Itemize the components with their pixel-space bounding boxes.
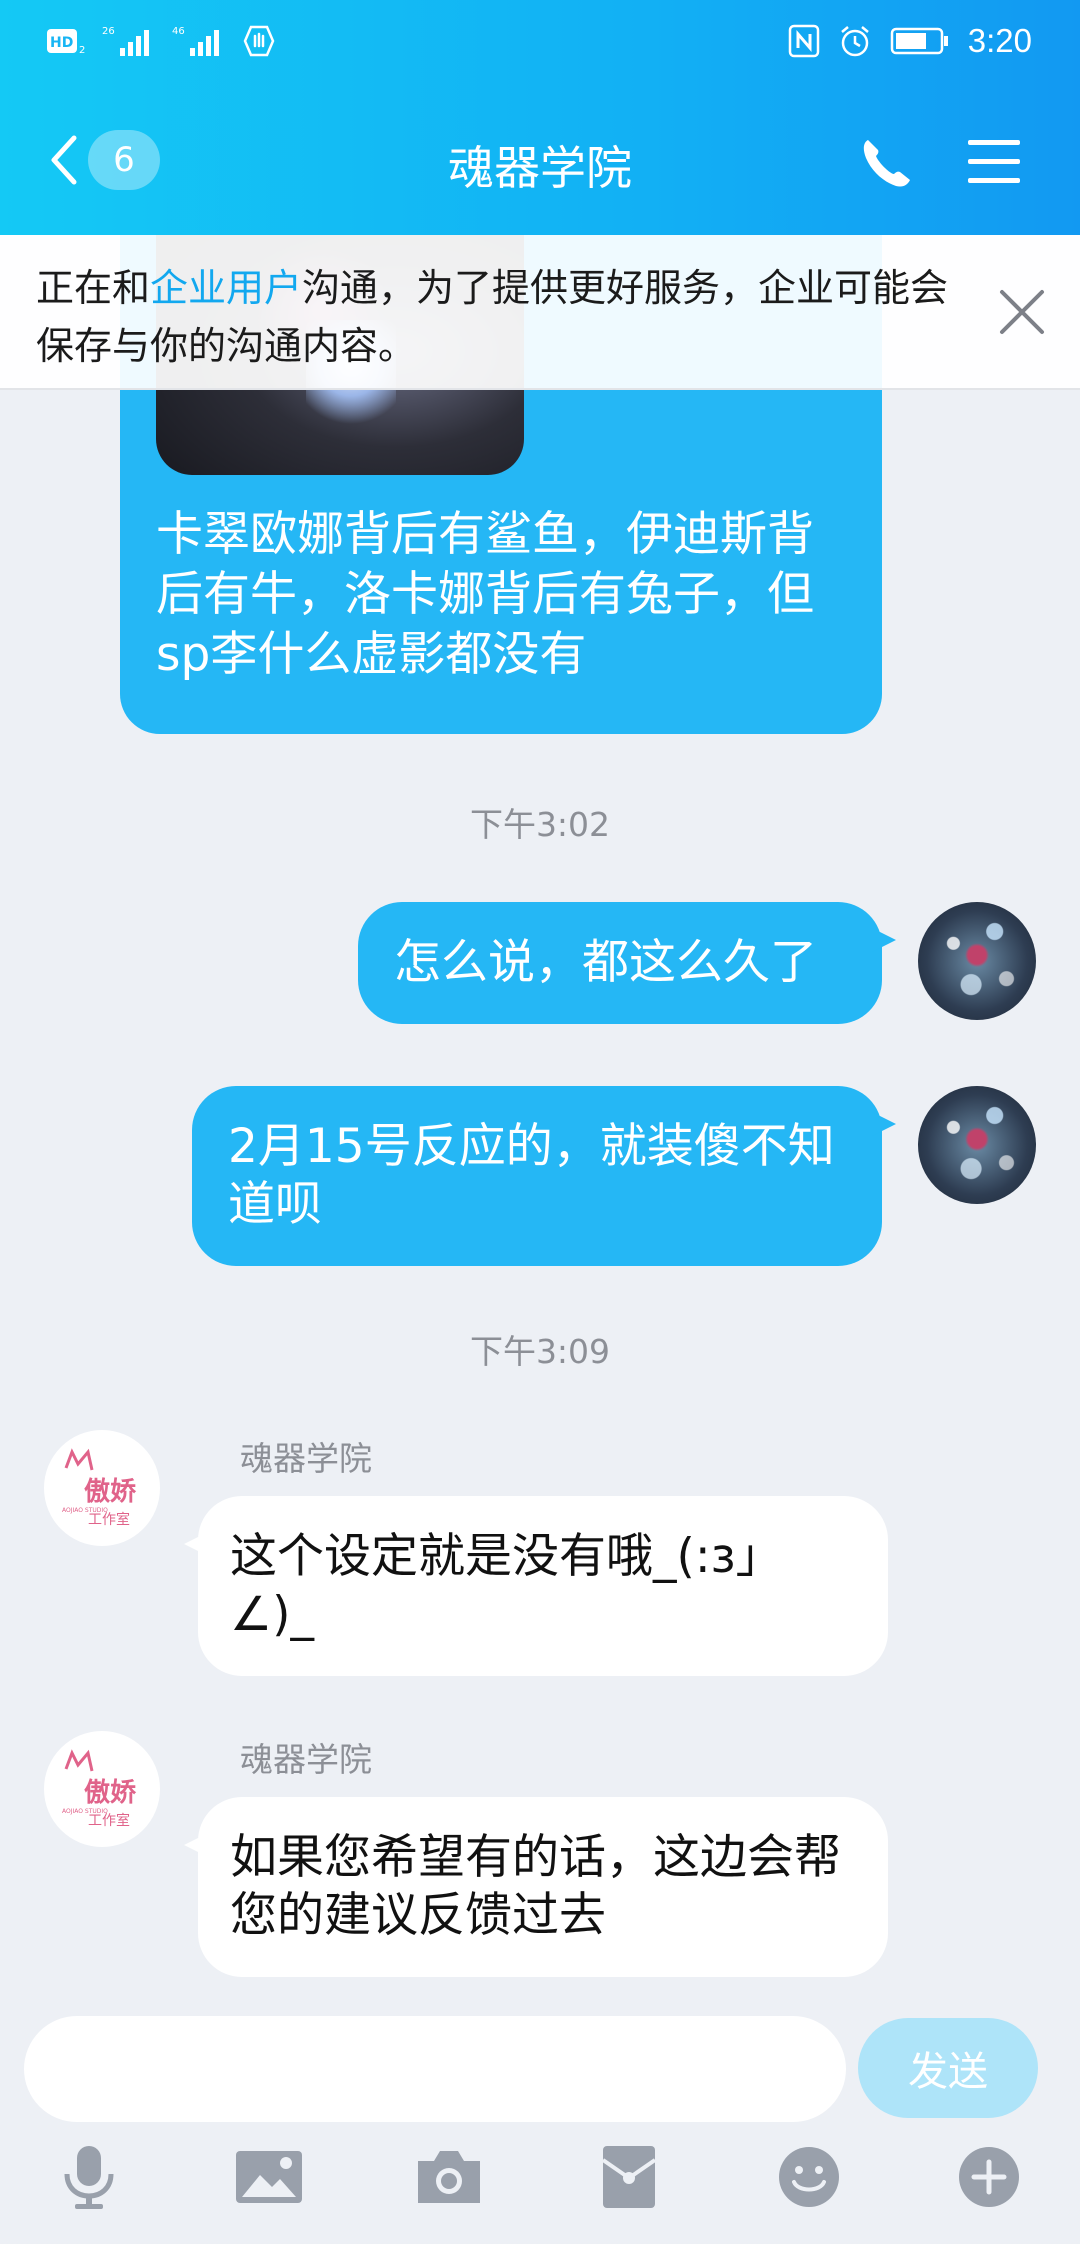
status-bar: HD 2 26 46 3:20 bbox=[0, 0, 1080, 86]
app-header: HD 2 26 46 3:20 6 魂器学院 bbox=[0, 0, 1080, 235]
image-icon bbox=[236, 2151, 302, 2203]
incoming-message[interactable]: 这个设定就是没有哦_(:з」∠)_ bbox=[184, 1496, 888, 1676]
timestamp: 下午3:02 bbox=[469, 805, 611, 844]
message-text: 2月15号反应的，就装傻不知道呗 bbox=[228, 1119, 835, 1232]
menu-icon bbox=[968, 140, 1020, 183]
sender-name: 魂器学院 bbox=[240, 1439, 372, 1478]
mic-icon bbox=[64, 2146, 114, 2209]
logo-main-text: 傲娇 bbox=[84, 1476, 137, 1507]
bubble-tail bbox=[872, 1112, 896, 1136]
status-right: 3:20 bbox=[788, 22, 1032, 60]
message-input[interactable] bbox=[24, 2016, 846, 2122]
close-icon bbox=[1000, 290, 1044, 334]
contact-avatar[interactable]: 傲娇 工作室 AOJIAO STUDIO bbox=[44, 1430, 160, 1546]
menu-button[interactable] bbox=[964, 136, 1024, 188]
voice-button[interactable] bbox=[52, 2140, 126, 2214]
network-indicators: HD 2 26 46 bbox=[46, 24, 276, 58]
message-text: 这个设定就是没有哦_(:з」∠)_ bbox=[230, 1529, 783, 1642]
svg-text:46: 46 bbox=[172, 26, 185, 37]
sender-name: 魂器学院 bbox=[240, 1740, 372, 1779]
send-button[interactable]: 发送 bbox=[858, 2018, 1038, 2118]
logo-tiny-text: AOJIAO STUDIO bbox=[62, 1808, 108, 1815]
aojiao-logo-icon: 傲娇 工作室 AOJIAO STUDIO bbox=[62, 1749, 137, 1829]
alarm-icon bbox=[840, 26, 869, 57]
emoji-icon bbox=[779, 2147, 839, 2207]
message-text: 怎么说，都这么久了 bbox=[394, 935, 817, 990]
input-bar: 发送 bbox=[0, 1990, 1080, 2244]
photo-button[interactable] bbox=[232, 2140, 306, 2214]
call-button[interactable] bbox=[856, 132, 916, 192]
bubble-tail bbox=[184, 1833, 208, 1857]
signal-icon: 26 bbox=[102, 26, 149, 56]
my-avatar[interactable] bbox=[918, 1086, 1036, 1204]
privacy-notice-banner: 正在和企业用户沟通，为了提供更好服务，企业可能会保存与你的沟通内容。 bbox=[0, 235, 1080, 390]
nfc-icon bbox=[788, 24, 820, 58]
battery-icon bbox=[890, 27, 948, 55]
close-notice-button[interactable] bbox=[996, 286, 1048, 338]
card-text: 卡翠欧娜背后有鲨鱼，伊迪斯背后有牛，洛卡娜背后有兔子，但sp李什么虚影都没有 bbox=[156, 507, 814, 682]
bubble-tail bbox=[872, 928, 896, 952]
hd-icon: HD 2 bbox=[47, 29, 85, 55]
aojiao-logo-icon: 傲娇 工作室 AOJIAO STUDIO bbox=[62, 1448, 137, 1528]
svg-text:HD: HD bbox=[50, 35, 73, 51]
chat-title: 魂器学院 bbox=[448, 141, 632, 195]
notice-prefix: 正在和 bbox=[36, 266, 151, 310]
bubble-tail bbox=[184, 1532, 208, 1556]
notice-text: 正在和企业用户沟通，为了提供更好服务，企业可能会保存与你的沟通内容。 bbox=[36, 259, 986, 375]
hand-icon bbox=[243, 25, 275, 57]
phone-icon bbox=[863, 140, 910, 187]
incoming-message[interactable]: 如果您希望有的话，这边会帮您的建议反馈过去 bbox=[184, 1797, 888, 1977]
outgoing-message[interactable]: 怎么说，都这么久了 bbox=[358, 902, 896, 1024]
svg-text:2: 2 bbox=[79, 45, 85, 55]
timestamp: 下午3:09 bbox=[469, 1332, 611, 1371]
svg-text:26: 26 bbox=[102, 26, 115, 37]
camera-icon bbox=[418, 2151, 480, 2203]
signal-icon: 46 bbox=[172, 26, 219, 56]
contact-avatar[interactable]: 傲娇 工作室 AOJIAO STUDIO bbox=[44, 1731, 160, 1847]
my-avatar[interactable] bbox=[918, 902, 1036, 1020]
emoji-button[interactable] bbox=[772, 2140, 846, 2214]
clock: 3:20 bbox=[967, 22, 1032, 59]
enterprise-user-link[interactable]: 企业用户 bbox=[150, 266, 302, 310]
red-packet-button[interactable] bbox=[592, 2140, 666, 2214]
logo-tiny-text: AOJIAO STUDIO bbox=[62, 1507, 108, 1514]
camera-button[interactable] bbox=[412, 2140, 486, 2214]
plus-icon bbox=[959, 2147, 1019, 2207]
logo-main-text: 傲娇 bbox=[84, 1777, 137, 1808]
more-button[interactable] bbox=[952, 2140, 1026, 2214]
red-packet-icon bbox=[601, 2146, 657, 2208]
outgoing-message[interactable]: 2月15号反应的，就装傻不知道呗 bbox=[192, 1086, 896, 1266]
title-bar: 6 魂器学院 bbox=[0, 110, 1080, 210]
input-toolbar bbox=[0, 2140, 1080, 2230]
message-text: 如果您希望有的话，这边会帮您的建议反馈过去 bbox=[230, 1830, 841, 1943]
